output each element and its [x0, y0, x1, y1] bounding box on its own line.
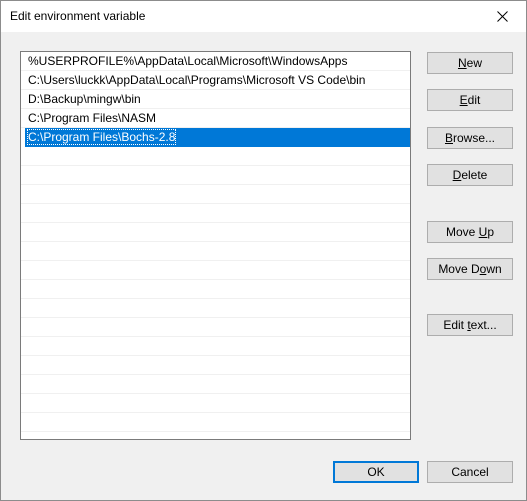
browse-button[interactable]: Browse...	[427, 127, 513, 149]
list-item[interactable]	[21, 394, 410, 413]
list-item-text: %USERPROFILE%\AppData\Local\Microsoft\Wi…	[28, 54, 348, 68]
edit-text-button[interactable]: Edit text...	[427, 314, 513, 336]
list-item[interactable]: C:\Program Files\NASM	[21, 109, 410, 128]
list-item[interactable]	[21, 261, 410, 280]
list-item[interactable]	[21, 204, 410, 223]
move-up-button[interactable]: Move Up	[427, 221, 513, 243]
move-up-button-label: Move	[445, 225, 479, 239]
list-item[interactable]	[21, 356, 410, 375]
list-item-text: D:\Backup\mingw\bin	[28, 92, 141, 106]
delete-button[interactable]: Delete	[427, 164, 513, 186]
list-item[interactable]: D:\Backup\mingw\bin	[21, 90, 410, 109]
list-item[interactable]	[21, 185, 410, 204]
list-item-text: C:\Program Files\NASM	[28, 111, 157, 125]
list-item[interactable]: C:\Users\luckk\AppData\Local\Programs\Mi…	[21, 71, 410, 90]
new-button-accesskey: N	[457, 56, 467, 70]
edit-text-button-label: Edit	[443, 318, 468, 332]
edit-button-accesskey: E	[459, 93, 468, 107]
path-list[interactable]: %USERPROFILE%\AppData\Local\Microsoft\Wi…	[20, 51, 411, 440]
list-item[interactable]	[21, 242, 410, 261]
browse-button-accesskey: B	[444, 131, 453, 145]
edit-environment-variable-dialog: Edit environment variable %USERPROFILE%\…	[0, 0, 527, 501]
move-down-button-label: Move D	[438, 262, 480, 276]
list-item-text: C:\Users\luckk\AppData\Local\Programs\Mi…	[28, 73, 366, 87]
edit-text-button-label-rest: ext...	[470, 318, 497, 332]
cancel-button[interactable]: Cancel	[427, 461, 513, 483]
edit-button[interactable]: Edit	[427, 89, 513, 111]
close-button[interactable]	[480, 1, 526, 32]
list-item[interactable]	[21, 413, 410, 432]
move-down-button[interactable]: Move Down	[427, 258, 513, 280]
window-title: Edit environment variable	[10, 9, 146, 23]
ok-button[interactable]: OK	[333, 461, 419, 483]
delete-button-label-rest: elete	[461, 168, 488, 182]
list-item[interactable]	[21, 337, 410, 356]
title-bar[interactable]: Edit environment variable	[1, 1, 526, 32]
list-item[interactable]	[21, 147, 410, 166]
list-item-text: C:\Program Files\Bochs-2.8	[26, 129, 177, 145]
close-icon	[497, 11, 508, 22]
list-item[interactable]	[21, 166, 410, 185]
move-up-button-label-rest: p	[487, 225, 495, 239]
move-down-button-label-rest: wn	[486, 262, 502, 276]
delete-button-accesskey: D	[452, 168, 462, 182]
new-button[interactable]: New	[427, 52, 513, 74]
edit-button-label-rest: dit	[467, 93, 481, 107]
list-item[interactable]	[21, 223, 410, 242]
list-item[interactable]	[21, 299, 410, 318]
list-item[interactable]	[21, 280, 410, 299]
new-button-label-rest: ew	[466, 56, 482, 70]
list-item[interactable]: %USERPROFILE%\AppData\Local\Microsoft\Wi…	[21, 52, 410, 71]
browse-button-label-rest: rowse...	[453, 131, 496, 145]
list-item[interactable]	[21, 375, 410, 394]
list-item[interactable]	[21, 318, 410, 337]
list-item[interactable]: C:\Program Files\Bochs-2.8	[25, 128, 410, 147]
